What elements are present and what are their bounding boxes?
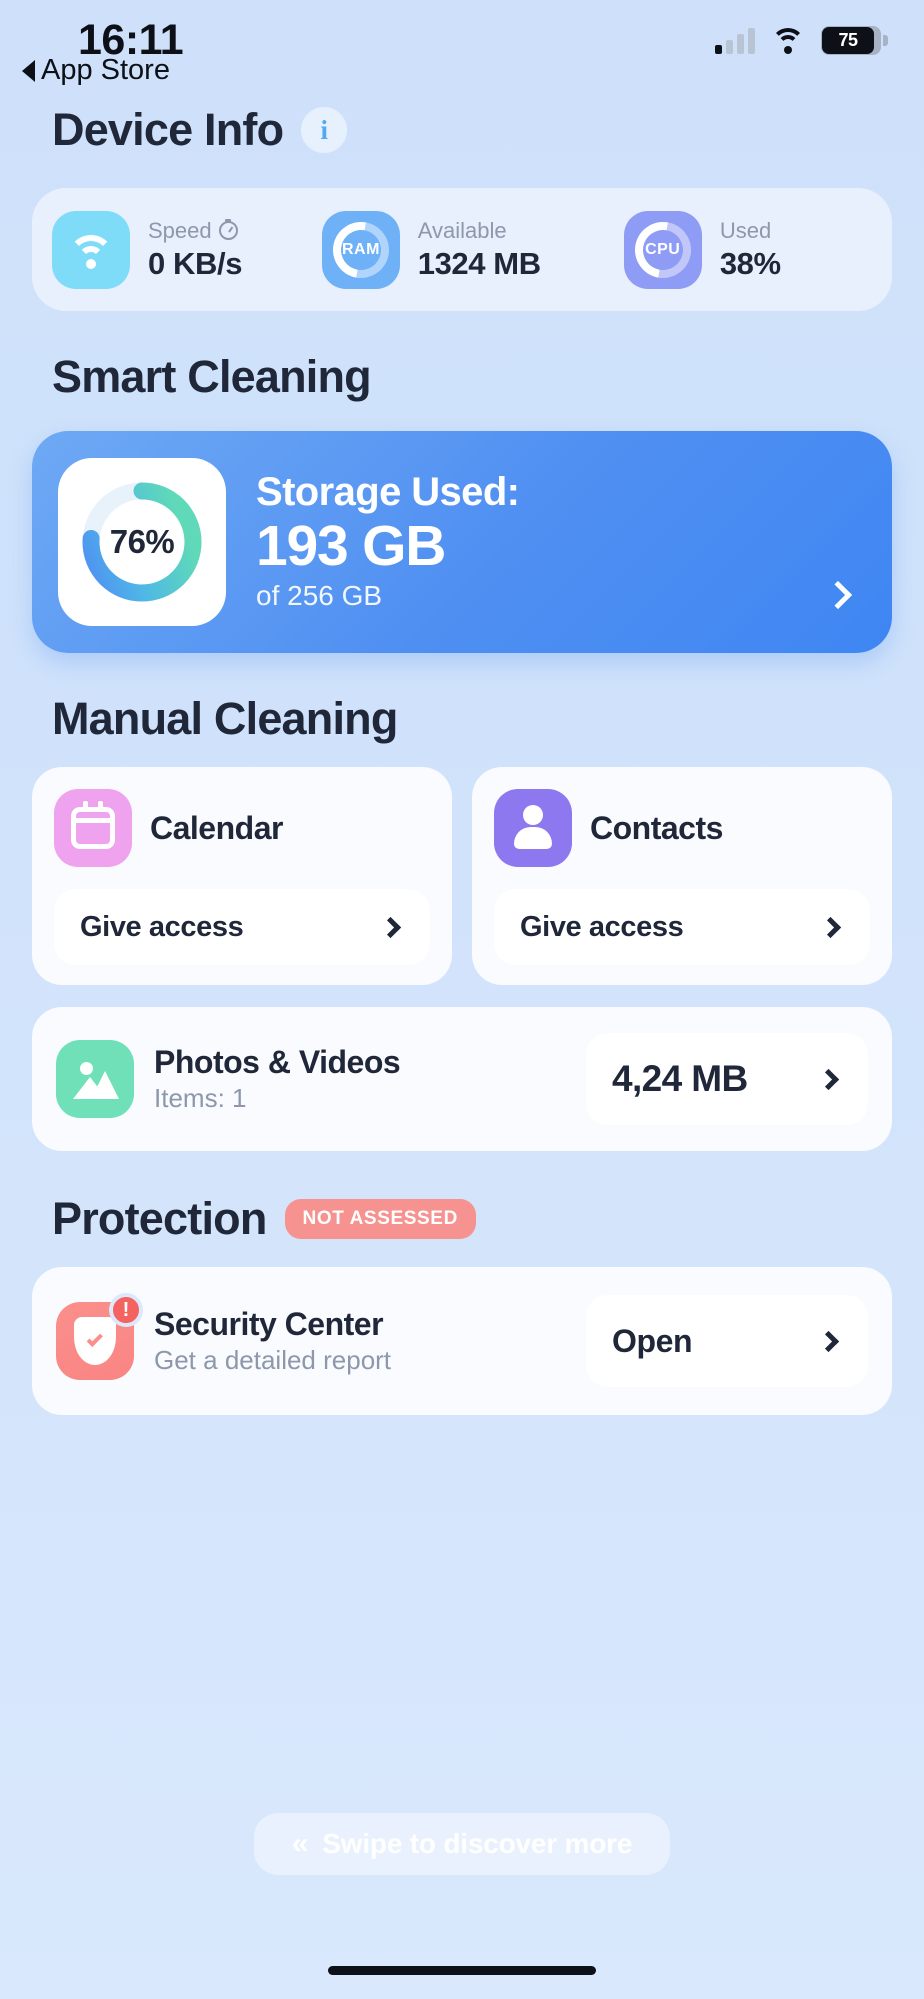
storage-title: Storage Used: [256, 470, 520, 515]
device-info-card: Speed 0 KB/s RAM Available 1324 MB CPU U… [32, 188, 892, 311]
photos-videos-size-button[interactable]: 4,24 MB [586, 1033, 868, 1125]
stopwatch-icon [218, 219, 238, 241]
smart-cleaning-title: Smart Cleaning [52, 351, 372, 402]
swipe-to-discover-button[interactable]: « Swipe to discover more [253, 1813, 671, 1875]
ram-icon-text: RAM [341, 240, 380, 258]
chevron-right-icon [817, 1330, 840, 1352]
ram-icon: RAM [321, 210, 400, 289]
storage-used-card[interactable]: 76% Storage Used: 193 GB of 256 GB [32, 431, 892, 653]
wifi-status-icon [771, 27, 805, 54]
contacts-give-access-label: Give access [520, 910, 684, 943]
photos-videos-size: 4,24 MB [612, 1058, 748, 1099]
photos-videos-row[interactable]: Photos & Videos Items: 1 4,24 MB [32, 1007, 892, 1151]
chevron-right-icon [819, 916, 842, 938]
back-to-app-store[interactable]: App Store [22, 54, 170, 87]
shield-check-icon: ! [56, 1293, 143, 1380]
cpu-icon: CPU [623, 210, 702, 289]
back-arrow-icon [22, 59, 35, 82]
manual-cleaning-title: Manual Cleaning [52, 693, 398, 744]
security-center-open-button[interactable]: Open [586, 1295, 868, 1387]
device-info-header: Device Info i [0, 104, 924, 156]
security-center-subtitle: Get a detailed report [154, 1345, 392, 1376]
wifi-icon [52, 210, 130, 289]
protection-title: Protection [52, 1193, 267, 1244]
contacts-label: Contacts [590, 809, 723, 846]
storage-text-block: Storage Used: 193 GB of 256 GB [256, 469, 520, 614]
contacts-icon [494, 789, 572, 867]
cellular-signal-icon [715, 27, 755, 54]
stat-cpu-value: 38% [719, 245, 781, 281]
calendar-icon [54, 789, 132, 867]
calendar-card[interactable]: Calendar Give access [32, 767, 452, 985]
calendar-label: Calendar [150, 809, 283, 846]
swipe-hint-container: « Swipe to discover more [0, 1813, 924, 1875]
security-center-open-label: Open [612, 1322, 693, 1359]
cpu-icon-text: CPU [645, 240, 681, 258]
home-indicator[interactable] [328, 1966, 596, 1975]
security-center-title: Security Center [154, 1306, 384, 1343]
chevron-right-icon [817, 1068, 840, 1090]
swipe-hint-label: Swipe to discover more [322, 1828, 633, 1859]
manual-cleaning-header: Manual Cleaning [0, 693, 924, 745]
stat-cpu-label: Used [719, 218, 772, 244]
page-title: Device Info [52, 104, 284, 155]
storage-total: of 256 GB [256, 580, 383, 612]
storage-donut-container: 76% [58, 458, 226, 626]
status-bar: 16:11 App Store 75 [0, 0, 924, 100]
photos-videos-title: Photos & Videos [154, 1044, 401, 1081]
storage-amount: 193 GB [256, 514, 446, 579]
contacts-card[interactable]: Contacts Give access [472, 767, 892, 985]
info-icon[interactable]: i [301, 107, 348, 153]
permission-cards-grid: Calendar Give access Contacts Give acces… [32, 767, 892, 985]
stat-speed-label: Speed [148, 217, 242, 245]
storage-donut-chart: 76% [79, 479, 205, 605]
storage-percent-label: 76% [109, 523, 175, 560]
stat-ram: RAM Available 1324 MB [321, 210, 624, 289]
chevron-right-icon[interactable] [823, 580, 853, 610]
photo-icon [56, 1040, 134, 1118]
calendar-give-access-label: Give access [80, 910, 244, 943]
security-center-row[interactable]: ! Security Center Get a detailed report … [32, 1267, 892, 1415]
stat-ram-value: 1324 MB [417, 245, 541, 281]
photos-videos-subtitle: Items: 1 [154, 1083, 247, 1114]
battery-icon: 75 [821, 26, 888, 55]
status-indicators: 75 [715, 26, 888, 55]
status-badge: NOT ASSESSED [284, 1199, 476, 1239]
stat-speed: Speed 0 KB/s [52, 210, 322, 289]
contacts-give-access-button[interactable]: Give access [494, 889, 870, 965]
chevron-right-icon [379, 916, 402, 938]
double-chevron-left-icon: « [291, 1827, 309, 1860]
calendar-give-access-button[interactable]: Give access [54, 889, 430, 965]
battery-level: 75 [838, 30, 858, 50]
smart-cleaning-header: Smart Cleaning [0, 351, 924, 403]
back-label: App Store [41, 54, 170, 86]
alert-exclamation-icon: ! [109, 1293, 143, 1327]
stat-speed-value: 0 KB/s [148, 245, 243, 281]
stat-ram-label: Available [417, 218, 507, 244]
protection-header: Protection NOT ASSESSED [0, 1193, 924, 1245]
stat-cpu: CPU Used 38% [623, 210, 872, 289]
